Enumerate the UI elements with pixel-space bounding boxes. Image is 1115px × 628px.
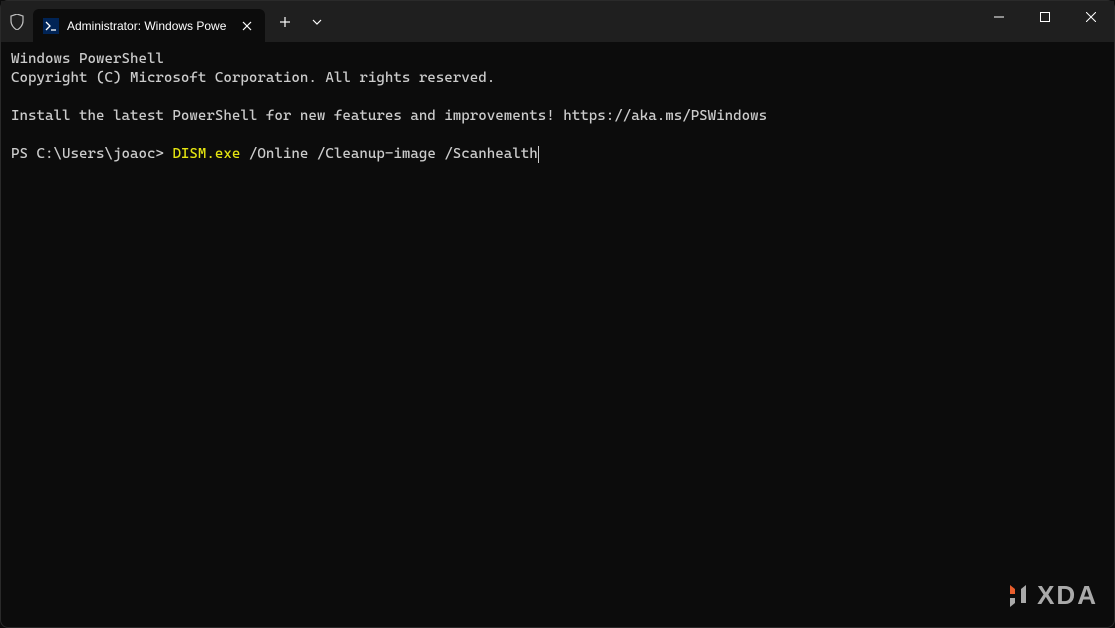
xda-logo-icon (1007, 583, 1029, 609)
tab-close-button[interactable] (239, 18, 255, 34)
powershell-icon (43, 18, 59, 34)
command-exe: DISM.exe (172, 146, 240, 162)
terminal-line: Windows PowerShell (11, 51, 164, 67)
terminal-line: Install the latest PowerShell for new fe… (11, 108, 767, 124)
minimize-button[interactable] (976, 1, 1022, 33)
new-tab-button[interactable] (269, 6, 301, 38)
terminal-line: Copyright (C) Microsoft Corporation. All… (11, 70, 495, 86)
cursor (538, 146, 539, 163)
window-controls (976, 1, 1114, 33)
tab-actions (269, 1, 333, 42)
maximize-button[interactable] (1022, 1, 1068, 33)
watermark-text: XDA (1037, 580, 1098, 611)
close-button[interactable] (1068, 1, 1114, 33)
command-args: /Online /Cleanup-image /Scanhealth (240, 146, 537, 162)
watermark: XDA (1007, 580, 1098, 611)
prompt: PS C:\Users\joaoc> (11, 146, 172, 162)
titlebar-left: Administrator: Windows Powe (1, 1, 333, 42)
tab-title: Administrator: Windows Powe (67, 19, 231, 33)
terminal-output[interactable]: Windows PowerShell Copyright (C) Microso… (1, 42, 1114, 172)
terminal-tab[interactable]: Administrator: Windows Powe (33, 9, 265, 42)
titlebar: Administrator: Windows Powe (1, 1, 1114, 42)
admin-shield-icon (1, 1, 33, 42)
tab-dropdown-button[interactable] (301, 6, 333, 38)
